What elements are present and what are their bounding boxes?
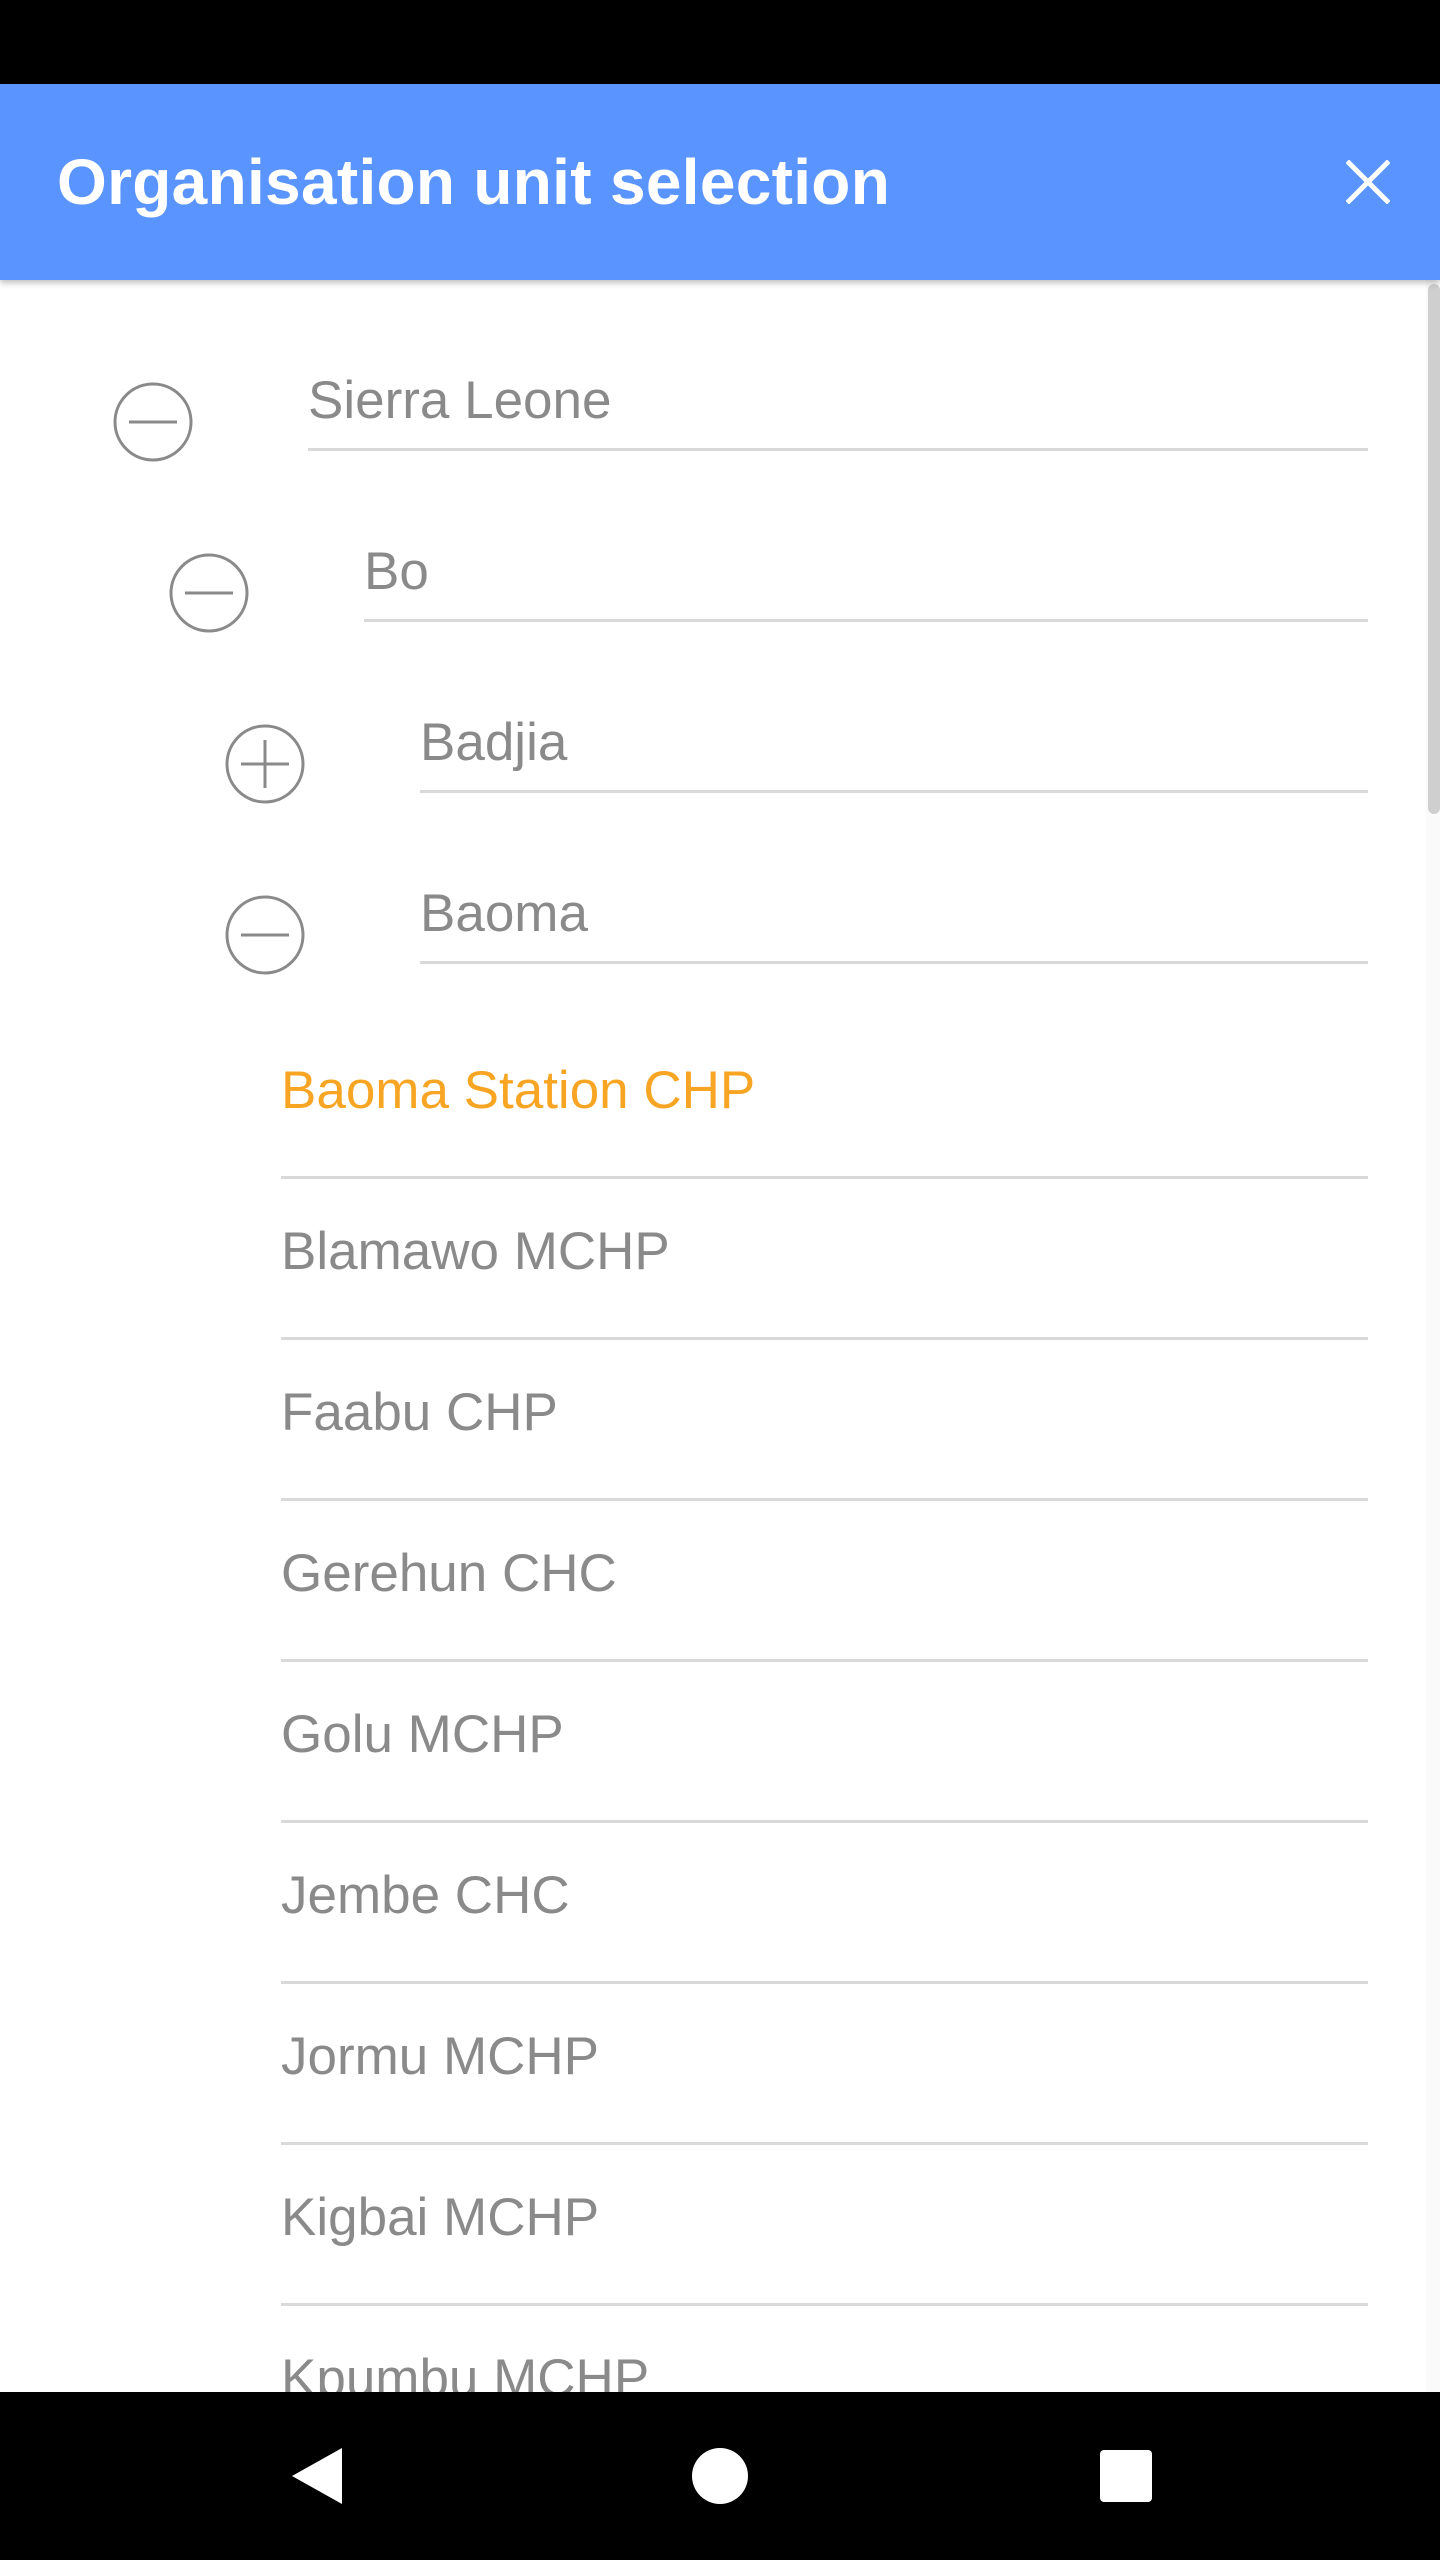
- minus-circle-icon[interactable]: [225, 895, 305, 975]
- tree-node-row[interactable]: Bo: [364, 451, 1368, 622]
- nav-home-button[interactable]: [680, 2436, 760, 2516]
- org-unit-item[interactable]: Blamawo MCHP: [281, 1179, 1368, 1340]
- org-unit-item[interactable]: Kigbai MCHP: [281, 2145, 1368, 2306]
- tree-node-row[interactable]: Badjia: [420, 622, 1368, 793]
- org-unit-label: Jormu MCHP: [281, 2027, 600, 2086]
- org-unit-label: Blamawo MCHP: [281, 1222, 670, 1281]
- back-triangle-icon: [292, 2448, 342, 2504]
- org-unit-label: Faabu CHP: [281, 1383, 558, 1442]
- org-unit-label: Kpumbu MCHP: [281, 2349, 650, 2392]
- tree-node-sierra-leone: Sierra Leone: [0, 280, 1440, 462]
- screen: Organisation unit selection Sierra Leone: [0, 0, 1440, 2560]
- status-bar: [0, 0, 1440, 84]
- org-unit-item[interactable]: Faabu CHP: [281, 1340, 1368, 1501]
- nav-back-button[interactable]: [276, 2436, 356, 2516]
- tree-node-badjia: Badjia: [0, 622, 1440, 804]
- dialog-title: Organisation unit selection: [57, 146, 891, 218]
- close-icon: [1346, 160, 1390, 204]
- scrollbar-thumb[interactable]: [1428, 284, 1440, 814]
- tree-node-row[interactable]: Baoma: [420, 793, 1368, 964]
- tree-node-label: Sierra Leone: [308, 371, 612, 430]
- scrollbar-track[interactable]: [1426, 280, 1440, 2392]
- org-unit-label: Baoma Station CHP: [281, 1061, 756, 1120]
- org-unit-label: Kigbai MCHP: [281, 2188, 600, 2247]
- org-unit-label: Jembe CHC: [281, 1866, 570, 1925]
- org-unit-label: Golu MCHP: [281, 1705, 564, 1764]
- org-unit-label: Gerehun CHC: [281, 1544, 617, 1603]
- tree-node-label: Baoma: [420, 884, 588, 943]
- tree-node-row[interactable]: Sierra Leone: [308, 280, 1368, 451]
- close-button[interactable]: [1320, 134, 1416, 230]
- nav-recents-button[interactable]: [1086, 2436, 1166, 2516]
- dialog-header: Organisation unit selection: [0, 84, 1440, 280]
- org-unit-item[interactable]: Gerehun CHC: [281, 1501, 1368, 1662]
- plus-circle-icon[interactable]: [225, 724, 305, 804]
- tree-node-label: Badjia: [420, 713, 568, 772]
- org-unit-item[interactable]: Jembe CHC: [281, 1823, 1368, 1984]
- navigation-bar: [0, 2392, 1440, 2560]
- org-unit-item[interactable]: Kpumbu MCHP: [281, 2306, 1368, 2392]
- tree-node-baoma: Baoma: [0, 793, 1440, 975]
- tree-node-bo: Bo: [0, 451, 1440, 633]
- minus-circle-icon[interactable]: [169, 553, 249, 633]
- org-unit-tree[interactable]: Sierra Leone Bo Badjia Baoma Baoma Stati…: [0, 280, 1440, 2392]
- tree-node-label: Bo: [364, 542, 429, 601]
- org-unit-item[interactable]: Jormu MCHP: [281, 1984, 1368, 2145]
- minus-circle-icon[interactable]: [113, 382, 193, 462]
- recents-square-icon: [1100, 2450, 1152, 2502]
- org-unit-item[interactable]: Golu MCHP: [281, 1662, 1368, 1823]
- home-circle-icon: [692, 2448, 748, 2504]
- org-unit-item-selected[interactable]: Baoma Station CHP: [281, 1018, 1368, 1179]
